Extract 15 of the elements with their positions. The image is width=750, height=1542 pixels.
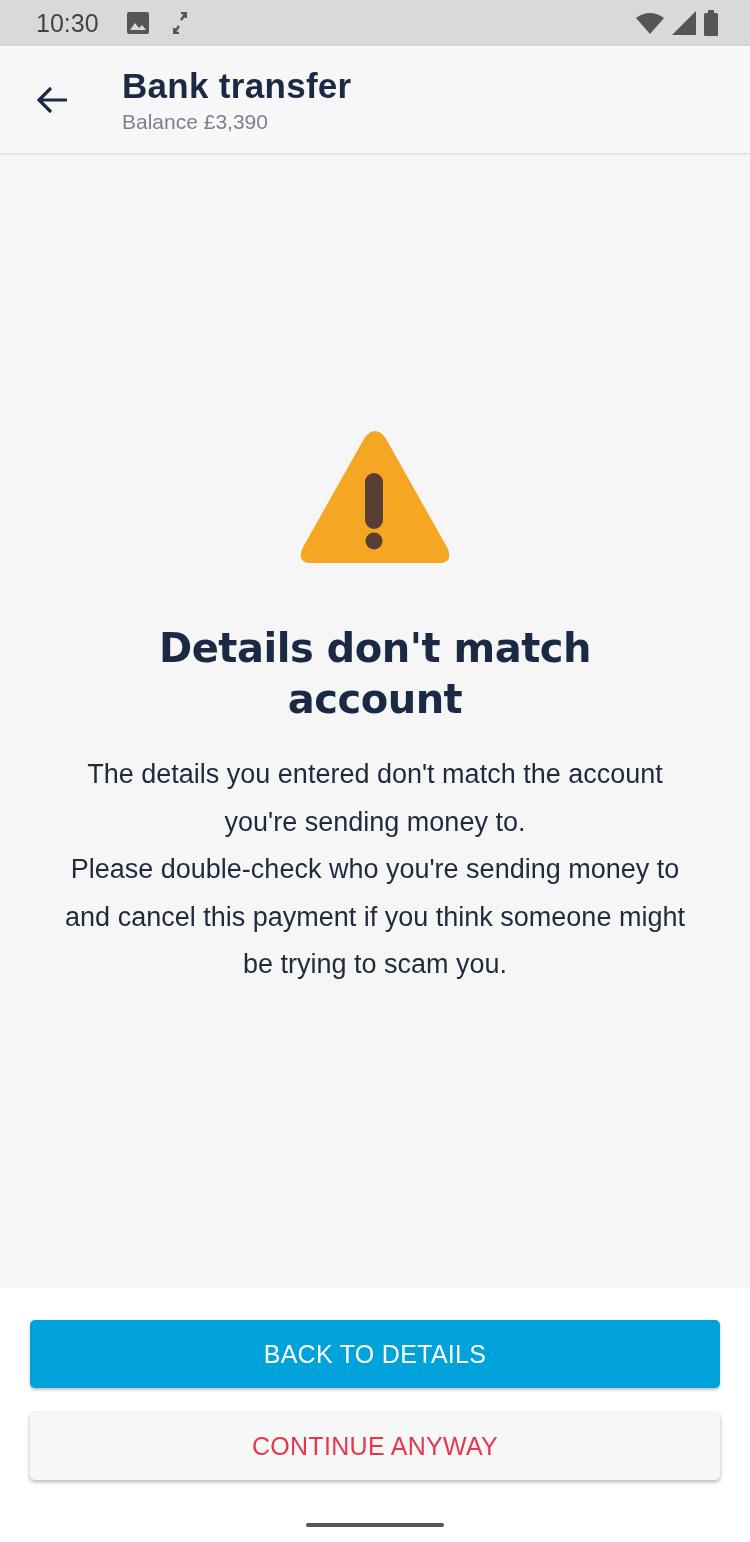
- back-arrow-icon: [36, 85, 68, 114]
- sync-icon: [172, 12, 187, 34]
- back-to-details-button[interactable]: BACK TO DETAILS: [30, 1320, 720, 1388]
- image-icon: [126, 12, 149, 34]
- wifi-icon: [636, 12, 664, 34]
- signal-icon: [672, 11, 696, 35]
- continue-anyway-button[interactable]: CONTINUE ANYWAY: [30, 1412, 720, 1480]
- battery-icon: [704, 10, 718, 36]
- balance-text: Balance £3,390: [122, 109, 269, 134]
- warning-icon: [299, 431, 451, 565]
- clock-time: 10:30: [36, 8, 99, 38]
- warning-title: Details don't match account: [158, 624, 592, 724]
- screen-title: Bank transfer: [122, 65, 352, 106]
- warning-message: The details you entered don't match the account you're sending money to.: [86, 758, 664, 839]
- warning-message: Please double-check who you're sending money to and cancel this payment if you think someone might be trying to scam you.: [64, 853, 686, 981]
